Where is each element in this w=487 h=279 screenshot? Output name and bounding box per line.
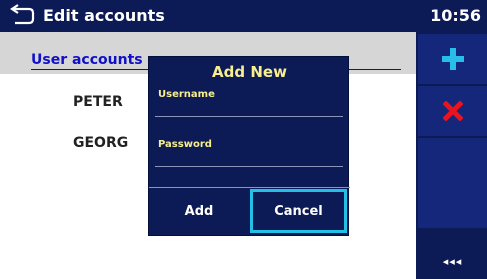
page-title: Edit accounts	[43, 6, 165, 25]
delete-account-button[interactable]	[418, 86, 487, 136]
x-icon	[442, 101, 463, 121]
top-bar: Edit accounts 10:56	[0, 0, 487, 32]
user-item-peter[interactable]: PETER	[73, 94, 123, 110]
more-options-button[interactable]: ◂◂◂	[418, 244, 487, 279]
more-arrows-icon: ◂◂◂	[442, 255, 463, 268]
empty-side-button[interactable]	[418, 138, 487, 228]
back-arrow-icon[interactable]	[9, 4, 35, 26]
add-account-button[interactable]	[418, 34, 487, 84]
user-item-georg[interactable]: GEORG	[73, 135, 128, 151]
add-button[interactable]: Add	[151, 189, 247, 233]
plus-icon	[441, 48, 464, 70]
clock: 10:56	[430, 6, 481, 25]
cancel-button[interactable]: Cancel	[250, 189, 347, 233]
dialog-button-divider	[149, 187, 350, 188]
username-field[interactable]	[155, 87, 343, 117]
add-new-dialog: Add New Username Password Add Cancel	[148, 56, 350, 236]
password-field[interactable]	[155, 137, 343, 167]
sidebar: ◂◂◂	[416, 32, 487, 279]
dialog-title: Add New	[212, 63, 287, 81]
section-label-user-accounts[interactable]: User accounts	[31, 52, 143, 68]
